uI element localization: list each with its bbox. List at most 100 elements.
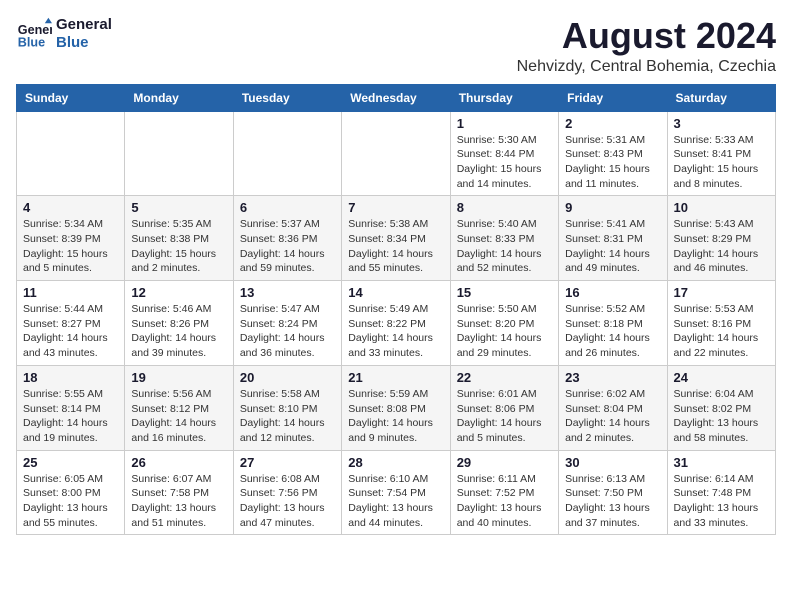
calendar-cell [125, 111, 233, 196]
day-number: 26 [131, 455, 226, 470]
col-header-wednesday: Wednesday [342, 84, 450, 111]
day-info: Sunrise: 6:01 AM Sunset: 8:06 PM Dayligh… [457, 387, 552, 446]
calendar-cell: 14Sunrise: 5:49 AM Sunset: 8:22 PM Dayli… [342, 281, 450, 366]
day-number: 19 [131, 370, 226, 385]
day-number: 6 [240, 200, 335, 215]
logo-icon: General Blue [16, 16, 52, 52]
day-number: 22 [457, 370, 552, 385]
day-number: 18 [23, 370, 118, 385]
day-number: 25 [23, 455, 118, 470]
day-number: 7 [348, 200, 443, 215]
calendar-cell: 3 Sunrise: 5:33 AM Sunset: 8:41 PM Daylig… [667, 111, 775, 196]
day-info: Sunrise: 5:43 AM Sunset: 8:29 PM Dayligh… [674, 217, 769, 276]
day-info: Sunrise: 5:44 AM Sunset: 8:27 PM Dayligh… [23, 302, 118, 361]
calendar-cell: 9 Sunrise: 5:41 AM Sunset: 8:31 PM Daylig… [559, 196, 667, 281]
logo-line2: Blue [56, 34, 112, 52]
day-number: 21 [348, 370, 443, 385]
day-number: 5 [131, 200, 226, 215]
day-number: 3 [674, 116, 769, 131]
day-number: 2 [565, 116, 660, 131]
calendar-cell: 21 Sunrise: 5:59 AM Sunset: 8:08 PM Dayli… [342, 365, 450, 450]
day-info: Sunrise: 6:11 AM Sunset: 7:52 PM Dayligh… [457, 472, 552, 531]
day-info: Sunrise: 6:02 AM Sunset: 8:04 PM Dayligh… [565, 387, 660, 446]
calendar-cell: 29Sunrise: 6:11 AM Sunset: 7:52 PM Dayli… [450, 450, 558, 535]
calendar-table: SundayMondayTuesdayWednesdayThursdayFrid… [16, 84, 776, 536]
col-header-friday: Friday [559, 84, 667, 111]
col-header-monday: Monday [125, 84, 233, 111]
day-number: 1 [457, 116, 552, 131]
calendar-week-row: 4 Sunrise: 5:34 AM Sunset: 8:39 PM Daylig… [17, 196, 776, 281]
day-number: 17 [674, 285, 769, 300]
col-header-tuesday: Tuesday [233, 84, 341, 111]
calendar-cell: 31Sunrise: 6:14 AM Sunset: 7:48 PM Dayli… [667, 450, 775, 535]
day-number: 28 [348, 455, 443, 470]
calendar-cell: 4 Sunrise: 5:34 AM Sunset: 8:39 PM Daylig… [17, 196, 125, 281]
day-info: Sunrise: 5:55 AM Sunset: 8:14 PM Dayligh… [23, 387, 118, 446]
col-header-sunday: Sunday [17, 84, 125, 111]
calendar-cell: 1 Sunrise: 5:30 AM Sunset: 8:44 PM Daylig… [450, 111, 558, 196]
day-info: Sunrise: 5:35 AM Sunset: 8:38 PM Dayligh… [131, 217, 226, 276]
calendar-cell: 24 Sunrise: 6:04 AM Sunset: 8:02 PM Dayli… [667, 365, 775, 450]
day-number: 10 [674, 200, 769, 215]
logo: General Blue General Blue [16, 16, 112, 52]
calendar-cell: 30Sunrise: 6:13 AM Sunset: 7:50 PM Dayli… [559, 450, 667, 535]
calendar-cell: 25Sunrise: 6:05 AM Sunset: 8:00 PM Dayli… [17, 450, 125, 535]
calendar-week-row: 18 Sunrise: 5:55 AM Sunset: 8:14 PM Dayli… [17, 365, 776, 450]
calendar-cell: 27Sunrise: 6:08 AM Sunset: 7:56 PM Dayli… [233, 450, 341, 535]
day-info: Sunrise: 5:53 AM Sunset: 8:16 PM Dayligh… [674, 302, 769, 361]
calendar-cell [342, 111, 450, 196]
day-number: 31 [674, 455, 769, 470]
day-info: Sunrise: 5:33 AM Sunset: 8:41 PM Dayligh… [674, 133, 769, 192]
calendar-cell: 16 Sunrise: 5:52 AM Sunset: 8:18 PM Dayli… [559, 281, 667, 366]
calendar-cell: 22 Sunrise: 6:01 AM Sunset: 8:06 PM Dayli… [450, 365, 558, 450]
calendar-header-row: SundayMondayTuesdayWednesdayThursdayFrid… [17, 84, 776, 111]
calendar-cell: 2 Sunrise: 5:31 AM Sunset: 8:43 PM Daylig… [559, 111, 667, 196]
day-number: 23 [565, 370, 660, 385]
calendar-cell: 7 Sunrise: 5:38 AM Sunset: 8:34 PM Daylig… [342, 196, 450, 281]
calendar-cell: 13 Sunrise: 5:47 AM Sunset: 8:24 PM Dayli… [233, 281, 341, 366]
day-number: 27 [240, 455, 335, 470]
day-info: Sunrise: 5:50 AM Sunset: 8:20 PM Dayligh… [457, 302, 552, 361]
calendar-cell: 15 Sunrise: 5:50 AM Sunset: 8:20 PM Dayli… [450, 281, 558, 366]
day-info: Sunrise: 6:10 AM Sunset: 7:54 PM Dayligh… [348, 472, 443, 531]
calendar-cell: 17 Sunrise: 5:53 AM Sunset: 8:16 PM Dayli… [667, 281, 775, 366]
calendar-cell: 23 Sunrise: 6:02 AM Sunset: 8:04 PM Dayli… [559, 365, 667, 450]
calendar-cell: 20Sunrise: 5:58 AM Sunset: 8:10 PM Dayli… [233, 365, 341, 450]
day-number: 11 [23, 285, 118, 300]
calendar-cell: 12 Sunrise: 5:46 AM Sunset: 8:26 PM Dayli… [125, 281, 233, 366]
day-info: Sunrise: 5:41 AM Sunset: 8:31 PM Dayligh… [565, 217, 660, 276]
day-number: 15 [457, 285, 552, 300]
day-info: Sunrise: 5:47 AM Sunset: 8:24 PM Dayligh… [240, 302, 335, 361]
day-info: Sunrise: 5:52 AM Sunset: 8:18 PM Dayligh… [565, 302, 660, 361]
page-header: General Blue General Blue August 2024 Ne… [16, 16, 776, 76]
day-info: Sunrise: 5:59 AM Sunset: 8:08 PM Dayligh… [348, 387, 443, 446]
day-info: Sunrise: 6:04 AM Sunset: 8:02 PM Dayligh… [674, 387, 769, 446]
calendar-cell: 5 Sunrise: 5:35 AM Sunset: 8:38 PM Daylig… [125, 196, 233, 281]
day-number: 12 [131, 285, 226, 300]
calendar-cell: 11 Sunrise: 5:44 AM Sunset: 8:27 PM Dayli… [17, 281, 125, 366]
day-info: Sunrise: 5:37 AM Sunset: 8:36 PM Dayligh… [240, 217, 335, 276]
calendar-cell: 18 Sunrise: 5:55 AM Sunset: 8:14 PM Dayli… [17, 365, 125, 450]
day-number: 16 [565, 285, 660, 300]
col-header-thursday: Thursday [450, 84, 558, 111]
title-block: August 2024 Nehvizdy, Central Bohemia, C… [517, 16, 776, 76]
day-info: Sunrise: 5:34 AM Sunset: 8:39 PM Dayligh… [23, 217, 118, 276]
calendar-week-row: 1 Sunrise: 5:30 AM Sunset: 8:44 PM Daylig… [17, 111, 776, 196]
day-info: Sunrise: 5:31 AM Sunset: 8:43 PM Dayligh… [565, 133, 660, 192]
day-info: Sunrise: 5:30 AM Sunset: 8:44 PM Dayligh… [457, 133, 552, 192]
day-info: Sunrise: 5:40 AM Sunset: 8:33 PM Dayligh… [457, 217, 552, 276]
svg-text:Blue: Blue [18, 36, 45, 50]
day-number: 13 [240, 285, 335, 300]
day-number: 24 [674, 370, 769, 385]
day-number: 9 [565, 200, 660, 215]
col-header-saturday: Saturday [667, 84, 775, 111]
day-info: Sunrise: 5:38 AM Sunset: 8:34 PM Dayligh… [348, 217, 443, 276]
calendar-cell: 28 Sunrise: 6:10 AM Sunset: 7:54 PM Dayli… [342, 450, 450, 535]
day-number: 4 [23, 200, 118, 215]
calendar-cell: 8Sunrise: 5:40 AM Sunset: 8:33 PM Daylig… [450, 196, 558, 281]
day-info: Sunrise: 5:56 AM Sunset: 8:12 PM Dayligh… [131, 387, 226, 446]
day-info: Sunrise: 5:46 AM Sunset: 8:26 PM Dayligh… [131, 302, 226, 361]
day-info: Sunrise: 5:58 AM Sunset: 8:10 PM Dayligh… [240, 387, 335, 446]
calendar-cell: 10 Sunrise: 5:43 AM Sunset: 8:29 PM Dayli… [667, 196, 775, 281]
day-info: Sunrise: 6:13 AM Sunset: 7:50 PM Dayligh… [565, 472, 660, 531]
